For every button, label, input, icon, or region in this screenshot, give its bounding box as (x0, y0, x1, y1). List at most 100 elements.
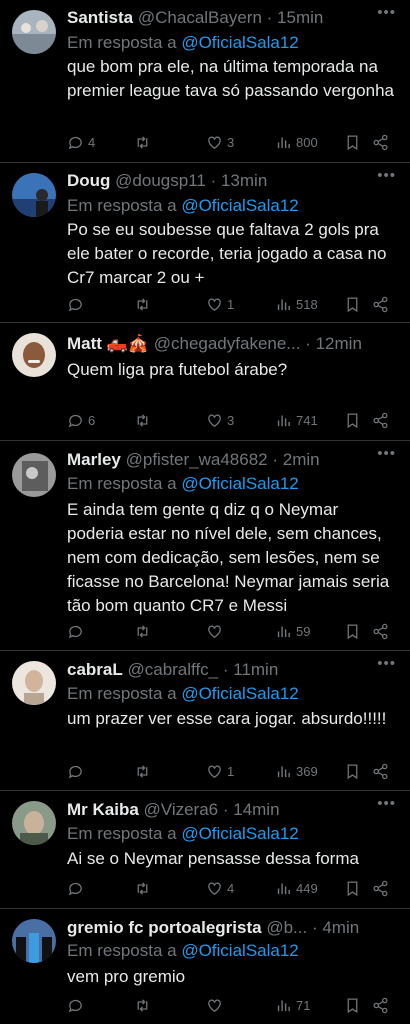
bookmark-button[interactable] (344, 134, 361, 151)
retweet-button[interactable] (134, 997, 155, 1014)
reply-icon (68, 298, 82, 312)
reply-tweet[interactable]: Mr Kaiba @Vizera6 · 14min ••• Em respost… (0, 791, 410, 909)
retweet-button[interactable] (134, 880, 155, 897)
avatar[interactable] (12, 333, 56, 377)
tweet-text: um prazer ver esse cara jogar. absurdo!!… (67, 709, 387, 728)
timestamp[interactable]: 11min (233, 660, 278, 679)
retweet-button[interactable] (134, 412, 155, 429)
author-name[interactable]: Mr Kaiba (67, 800, 139, 819)
bookmark-button[interactable] (344, 412, 361, 429)
reply-button[interactable]: 6 (67, 412, 95, 429)
bookmark-icon (347, 413, 358, 429)
share-button[interactable] (372, 623, 389, 640)
like-button[interactable]: 1 (206, 296, 234, 313)
avatar[interactable] (12, 173, 56, 217)
views-button[interactable]: 71 (275, 997, 310, 1014)
author-handle[interactable]: @Vizera6 (144, 800, 219, 819)
avatar[interactable] (12, 453, 56, 497)
mention-link[interactable]: @OficialSala12 (181, 196, 298, 215)
timestamp[interactable]: 15min (277, 8, 323, 27)
like-button[interactable] (206, 997, 227, 1014)
views-button[interactable]: 800 (275, 134, 318, 151)
author-name[interactable]: gremio fc portoalegrista (67, 918, 262, 937)
mention-link[interactable]: @OficialSala12 (181, 474, 298, 493)
like-button[interactable]: 1 (206, 763, 234, 780)
share-icon (373, 412, 388, 429)
author-handle[interactable]: @b... (266, 918, 307, 937)
reply-button[interactable] (67, 763, 88, 780)
timestamp[interactable]: 12min (316, 334, 362, 353)
reply-button[interactable]: 4 (67, 134, 95, 151)
author-name[interactable]: Matt 🛻🎪 (67, 334, 149, 353)
views-button[interactable]: 59 (275, 623, 310, 640)
author-name[interactable]: Doug (67, 171, 110, 190)
share-button[interactable] (372, 880, 389, 897)
retweet-button[interactable] (134, 763, 155, 780)
views-button[interactable]: 518 (275, 296, 318, 313)
author-handle[interactable]: @dougsp11 (115, 171, 206, 190)
mention-link[interactable]: @OficialSala12 (181, 684, 298, 703)
tweet-text: Ai se o Neymar pensasse dessa forma (67, 849, 359, 868)
like-button[interactable]: 3 (206, 134, 234, 151)
share-button[interactable] (372, 296, 389, 313)
avatar[interactable] (12, 801, 56, 845)
bookmark-button[interactable] (344, 763, 361, 780)
author-handle[interactable]: @cabralffc_ (127, 660, 218, 679)
timestamp[interactable]: 14min (233, 800, 279, 819)
share-button[interactable] (372, 412, 389, 429)
more-options-icon[interactable]: ••• (377, 795, 396, 812)
share-button[interactable] (372, 134, 389, 151)
timestamp[interactable]: 4min (322, 918, 359, 937)
more-options-icon[interactable]: ••• (377, 167, 396, 184)
author-name[interactable]: cabraL (67, 660, 123, 679)
reply-tweet[interactable]: Marley @pfister_wa48682 · 2min ••• Em re… (0, 441, 410, 651)
avatar[interactable] (12, 661, 56, 705)
views-button[interactable]: 449 (275, 880, 318, 897)
avatar[interactable] (12, 919, 56, 963)
reply-tweet[interactable]: Matt 🛻🎪 @chegadyfakene... · 12min Quem l… (0, 323, 410, 441)
mention-link[interactable]: @OficialSala12 (181, 824, 298, 843)
more-options-icon[interactable]: ••• (377, 655, 396, 672)
share-button[interactable] (372, 997, 389, 1014)
views-icon (277, 766, 290, 778)
author-handle[interactable]: @ChacalBayern (138, 8, 262, 27)
views-button[interactable]: 369 (275, 763, 318, 780)
share-icon (373, 623, 388, 640)
reply-button[interactable] (67, 880, 88, 897)
retweet-button[interactable] (134, 296, 155, 313)
more-options-icon[interactable]: ••• (377, 4, 396, 21)
reply-button[interactable] (67, 296, 88, 313)
author-name[interactable]: Santista (67, 8, 133, 27)
like-button[interactable]: 3 (206, 412, 234, 429)
views-icon (277, 299, 290, 311)
bookmark-button[interactable] (344, 880, 361, 897)
retweet-icon (137, 882, 148, 895)
reply-tweet[interactable]: cabraL @cabralffc_ · 11min ••• Em respos… (0, 651, 410, 791)
action-bar: 1 369 (67, 763, 398, 783)
reply-context: Em resposta a @OficialSala12 (67, 474, 299, 493)
retweet-button[interactable] (134, 134, 155, 151)
reply-tweet[interactable]: Santista @ChacalBayern · 15min ••• Em re… (0, 0, 410, 163)
reply-button[interactable] (67, 997, 88, 1014)
views-button[interactable]: 741 (275, 412, 318, 429)
mention-link[interactable]: @OficialSala12 (181, 941, 298, 960)
timestamp[interactable]: 13min (221, 171, 267, 190)
author-name[interactable]: Marley (67, 450, 121, 469)
reply-tweet[interactable]: Doug @dougsp11 · 13min ••• Em resposta a… (0, 163, 410, 323)
timestamp[interactable]: 2min (283, 450, 320, 469)
more-options-icon[interactable]: ••• (377, 445, 396, 462)
reply-context: Em resposta a @OficialSala12 (67, 824, 299, 843)
author-handle[interactable]: @pfister_wa48682 (126, 450, 268, 469)
like-button[interactable] (206, 623, 227, 640)
bookmark-button[interactable] (344, 997, 361, 1014)
like-button[interactable]: 4 (206, 880, 234, 897)
bookmark-button[interactable] (344, 623, 361, 640)
bookmark-button[interactable] (344, 296, 361, 313)
mention-link[interactable]: @OficialSala12 (181, 33, 298, 52)
author-handle[interactable]: @chegadyfakene... (154, 334, 301, 353)
avatar[interactable] (12, 10, 56, 54)
reply-tweet[interactable]: gremio fc portoalegrista @b... · 4min Em… (0, 909, 410, 1024)
retweet-button[interactable] (134, 623, 155, 640)
share-button[interactable] (372, 763, 389, 780)
reply-button[interactable] (67, 623, 88, 640)
